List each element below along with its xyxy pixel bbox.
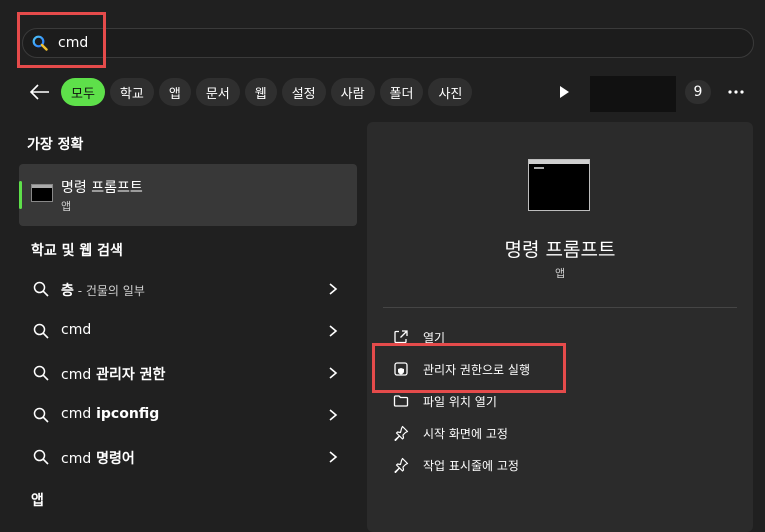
- best-match-name: 명령 프롬프트: [61, 180, 143, 196]
- web-result-row[interactable]: cmd 명령어: [19, 438, 357, 476]
- best-match-item[interactable]: 명령 프롬프트 앱: [19, 164, 357, 226]
- web-search-heading: 학교 및 웹 검색: [31, 243, 123, 259]
- web-result-text: cmd ipconfig: [61, 406, 160, 422]
- pin-to-taskbar-action[interactable]: 작업 표시줄에 고정: [393, 453, 693, 477]
- search-input[interactable]: [58, 34, 458, 52]
- web-result-row[interactable]: cmd: [19, 312, 357, 350]
- search-icon: [33, 323, 49, 339]
- chevron-right-icon: [329, 367, 338, 379]
- web-result-text: cmd: [61, 322, 92, 338]
- chevron-right-icon: [329, 325, 338, 337]
- selection-indicator: [19, 181, 22, 209]
- pin-to-taskbar-label: 작업 표시줄에 고정: [423, 459, 519, 473]
- open-file-location-label: 파일 위치 열기: [423, 395, 497, 409]
- pin-to-start-action[interactable]: 시작 화면에 고정: [393, 421, 693, 445]
- detail-app-name: 명령 프롬프트: [504, 239, 616, 261]
- filter-chip-web[interactable]: 웹: [244, 78, 277, 106]
- filter-chips: 모두 학교 앱 문서 웹 설정 사람 폴더 사진: [61, 78, 473, 106]
- more-icon: [728, 90, 744, 94]
- web-result-text: cmd 명령어: [61, 451, 135, 467]
- web-result-text: 층 - 건물의 일부: [61, 283, 145, 299]
- search-icon: [33, 407, 49, 423]
- web-result-text: cmd 관리자 권한: [61, 367, 166, 383]
- search-icon: [33, 281, 49, 297]
- back-button[interactable]: [28, 80, 52, 104]
- search-icon: [33, 449, 49, 465]
- count-badge: 9: [685, 80, 711, 104]
- open-icon: [394, 330, 408, 344]
- best-match-heading: 가장 정확: [27, 137, 84, 153]
- command-prompt-icon: [528, 159, 590, 211]
- filter-chip-settings[interactable]: 설정: [281, 78, 326, 106]
- pin-to-start-label: 시작 화면에 고정: [423, 427, 508, 441]
- filter-chip-documents[interactable]: 문서: [195, 78, 240, 106]
- open-action[interactable]: 열기: [393, 325, 693, 349]
- arrow-left-icon: [30, 84, 49, 100]
- command-prompt-icon: [31, 184, 53, 202]
- filter-chip-school[interactable]: 학교: [109, 78, 154, 106]
- filter-chip-photos[interactable]: 사진: [428, 78, 473, 106]
- search-icon: [33, 365, 49, 381]
- more-button[interactable]: [724, 80, 748, 104]
- open-label: 열기: [423, 331, 446, 345]
- web-result-row[interactable]: cmd 관리자 권한: [19, 354, 357, 392]
- divider: [383, 307, 737, 308]
- web-result-row[interactable]: cmd ipconfig: [19, 396, 357, 434]
- redacted-area: [590, 76, 676, 112]
- shield-icon: [394, 362, 408, 376]
- filter-chip-apps[interactable]: 앱: [158, 78, 191, 106]
- pin-icon: [394, 457, 409, 473]
- detail-app-type: 앱: [554, 267, 566, 280]
- pin-icon: [394, 425, 409, 441]
- web-result-row[interactable]: 층 - 건물의 일부: [19, 270, 357, 308]
- chevron-right-icon: [329, 451, 338, 463]
- chevron-right-icon: [329, 409, 338, 421]
- filter-chip-all[interactable]: 모두: [61, 78, 105, 106]
- search-icon: [32, 35, 48, 51]
- best-match-type: 앱: [61, 200, 72, 213]
- run-as-admin-label: 관리자 권한으로 실행: [423, 363, 530, 377]
- detail-panel: 명령 프롬프트 앱 열기 관리자 권한으로 실행 파일 위치 열기 시작 화면에…: [367, 122, 753, 532]
- folder-icon: [393, 395, 409, 407]
- run-as-admin-action[interactable]: 관리자 권한으로 실행: [393, 357, 693, 381]
- apps-heading: 앱: [31, 493, 44, 509]
- play-icon[interactable]: [554, 83, 574, 101]
- filter-chip-folders[interactable]: 폴더: [379, 78, 424, 106]
- open-file-location-action[interactable]: 파일 위치 열기: [393, 389, 693, 413]
- chevron-right-icon: [329, 283, 338, 295]
- filter-chip-people[interactable]: 사람: [330, 78, 375, 106]
